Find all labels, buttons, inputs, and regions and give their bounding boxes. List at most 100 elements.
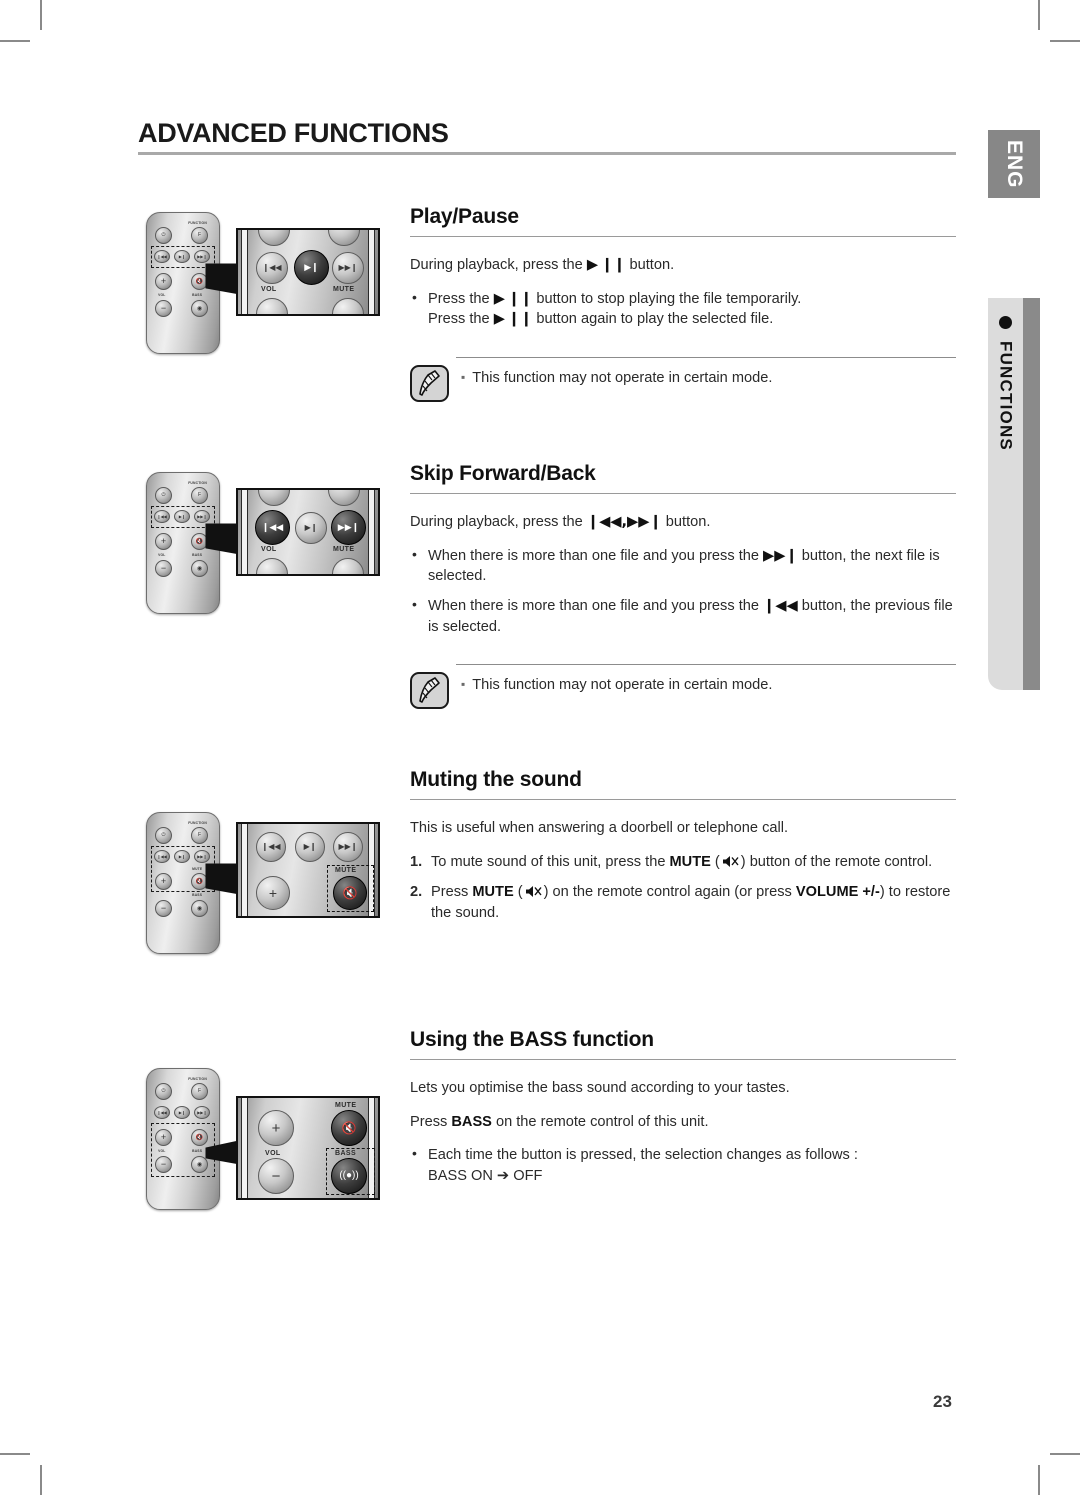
remote-bass-label: BASS — [192, 553, 203, 557]
section-intro-bass: Lets you optimise the bass sound accordi… — [410, 1080, 790, 1096]
note-pencil-icon — [410, 672, 449, 709]
panel-play-pause-button: ▶❙ — [295, 512, 327, 544]
remote-function-button: F — [191, 827, 208, 844]
volume-keyword: VOLUME +/- — [795, 884, 880, 901]
crop-mark-bottom-left-vertical — [40, 1465, 42, 1495]
crop-mark-top-left-vertical — [40, 0, 42, 30]
list-item: Press the ▶ ❙❙ button to stop playing th… — [410, 288, 956, 330]
crop-mark-bottom-left-horizontal — [0, 1453, 30, 1455]
remote-play-pause-button: ▶❙ — [174, 1106, 190, 1119]
step-text-pre: To mute sound of this unit, press the — [431, 853, 670, 870]
section-rule — [410, 1059, 956, 1060]
step-number: 2. — [410, 884, 423, 901]
step-text-pre: Press — [431, 884, 473, 901]
panel-vol-label: VOL — [261, 286, 277, 293]
step-text-post: ) button of the remote control. — [740, 853, 933, 870]
crop-mark-top-left-horizontal — [0, 40, 30, 42]
bullet-dot-icon — [999, 316, 1012, 329]
section-intro-play-pause: During playback, press the ▶ ❙❙ button. — [410, 255, 956, 276]
bass-keyword: BASS — [451, 1113, 492, 1130]
remote-function-button: F — [191, 487, 208, 504]
note-pencil-icon — [410, 365, 449, 402]
step-text-post: ) on the remote control again (or press — [543, 884, 796, 901]
remote-bass-button: ◉ — [191, 300, 208, 317]
remote-volume-down-button: − — [155, 900, 172, 917]
play-pause-icon: ▶ ❙❙ — [493, 310, 533, 328]
crop-mark-bottom-right-horizontal — [1050, 1453, 1080, 1455]
language-tab: ENG — [988, 130, 1040, 198]
remote-bass-button: ◉ — [191, 560, 208, 577]
panel-vol-label: VOL — [261, 546, 277, 553]
skip-back-icon: ❙◀◀ — [763, 597, 798, 615]
panel-button-partial-bottom-left — [256, 298, 288, 314]
panel-edge-left — [241, 230, 248, 314]
play-pause-icon: ▶ ❙❙ — [586, 256, 626, 273]
note-box-skip: This function may not operate in certain… — [410, 664, 956, 709]
intro-text-post: button. — [625, 257, 675, 273]
bullet-list-skip: When there is more than one file and you… — [410, 545, 956, 638]
note-box-play-pause: This function may not operate in certain… — [410, 357, 956, 402]
section-intro2-bass: Press BASS on the remote control of this… — [410, 1112, 956, 1133]
panel-skip-forward-button: ▶▶❙ — [331, 510, 366, 545]
panel-button-partial-top-left — [258, 490, 290, 506]
page-number: 23 — [933, 1392, 952, 1411]
step-number: 1. — [410, 853, 423, 870]
remote-volume-up-button: + — [155, 273, 172, 290]
intro-text-pre: During playback, press the — [410, 257, 587, 273]
panel-skip-back-button: ❙◀◀ — [256, 252, 288, 284]
mute-keyword: MUTE — [669, 853, 711, 870]
panel-mute-label: MUTE — [333, 546, 355, 553]
step-text-mid: ( — [513, 884, 523, 901]
intro-text-pre: During playback, press the — [410, 514, 587, 530]
panel-volume-up-button: + — [258, 1110, 294, 1146]
panel-button-partial-bottom-right — [332, 558, 364, 574]
skip-buttons-icon: ❙◀◀,▶▶❙ — [586, 513, 662, 530]
note-text: This function may not operate in certain… — [461, 672, 772, 693]
panel-edge-left — [241, 1098, 248, 1198]
section-heading-mute: Muting the sound — [410, 768, 582, 791]
numbered-list-mute: 1. To mute sound of this unit, press the … — [410, 852, 956, 925]
magnified-remote-panel: ❙◀◀ ▶❙ ▶▶❙ VOL MUTE — [236, 228, 380, 316]
step-text-mid: ( — [710, 853, 720, 870]
crop-mark-bottom-right-vertical — [1038, 1465, 1040, 1495]
skip-forward-icon: ▶▶❙ — [763, 546, 798, 564]
remote-volume-up-button: + — [155, 1129, 172, 1146]
mute-keyword: MUTE — [472, 884, 514, 901]
remote-function-label: FUNCTION — [188, 481, 207, 485]
list-item: When there is more than one file and you… — [410, 545, 956, 587]
remote-function-button: F — [191, 227, 208, 244]
remote-function-label: FUNCTION — [188, 1077, 207, 1081]
section-heading-skip: Skip Forward/Back — [410, 462, 596, 485]
bullet-list-bass: Each time the button is pressed, the sel… — [410, 1144, 956, 1186]
panel-skip-back-button: ❙◀◀ — [256, 832, 286, 862]
panel-edge-right — [368, 230, 375, 314]
note-text: This function may not operate in certain… — [461, 365, 772, 386]
panel-mute-button: 🔇 — [331, 1110, 367, 1146]
section-heading-bass: Using the BASS function — [410, 1028, 654, 1051]
panel-edge-right — [368, 490, 375, 574]
section-intro-skip: During playback, press the ❙◀◀,▶▶❙ butto… — [410, 512, 956, 533]
remote-function-label: FUNCTION — [188, 221, 207, 225]
section-intro-mute: This is useful when answering a doorbell… — [410, 820, 789, 836]
magnified-remote-panel: MUTE + 🔇 VOL BASS − ((●)) — [236, 1096, 380, 1200]
panel-mute-label: MUTE — [335, 1102, 357, 1109]
magnified-remote-panel: ❙◀◀ ▶❙ ▶▶❙ VOL MUTE — [236, 488, 380, 576]
language-tab-label: ENG — [1003, 139, 1026, 189]
section-using-the-bass-function: Using the BASS function Lets you optimis… — [410, 1028, 956, 1196]
remote-volume-up-button: + — [155, 873, 172, 890]
panel-skip-forward-button: ▶▶❙ — [333, 832, 363, 862]
remote-vol-label: VOL — [158, 553, 166, 557]
figure-play-pause: ⏻ FUNCTION F ❙◀◀ ▶❙ ▶▶❙ + 🔇 VOL BASS − ◉… — [146, 212, 380, 354]
panel-button-partial-top-right — [328, 230, 360, 246]
mute-icon — [722, 855, 739, 867]
remote-bass-label: BASS — [192, 893, 203, 897]
panel-skip-forward-button: ▶▶❙ — [332, 252, 364, 284]
figure-mute: ⏻ FUNCTION F ❙◀◀ ▶❙ ▶▶❙ + MUTE 🔇 BASS − … — [146, 812, 380, 954]
remote-bass-label: BASS — [192, 1149, 203, 1153]
remote-volume-down-button: − — [155, 1156, 172, 1173]
section-tab-strip — [1023, 298, 1040, 690]
panel-mute-button: 🔇 — [333, 876, 367, 910]
panel-button-partial-top-left — [258, 230, 290, 246]
section-heading-play-pause: Play/Pause — [410, 205, 519, 228]
remote-vol-label: VOL — [158, 1149, 166, 1153]
